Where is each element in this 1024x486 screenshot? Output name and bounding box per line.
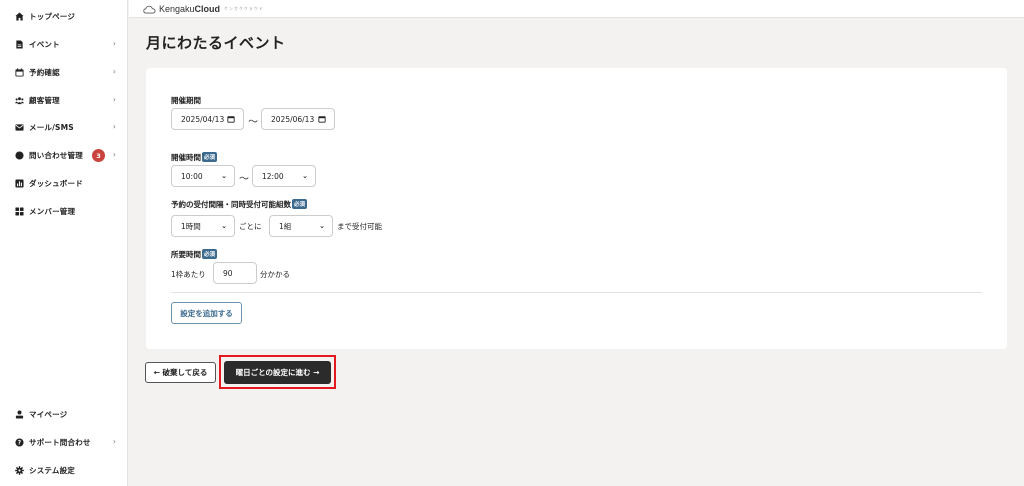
- sidebar-item-reservations[interactable]: 予約確認 ›: [14, 64, 122, 80]
- duration-label: 所要時間 必須: [171, 249, 218, 259]
- duration-input[interactable]: 90: [213, 262, 257, 284]
- end-time-select[interactable]: 12:00 ⌄: [252, 165, 316, 187]
- period-label: 開催期間: [171, 96, 201, 105]
- chevron-right-icon: ›: [112, 95, 116, 104]
- sidebar-item-event[interactable]: イベント ›: [14, 36, 122, 52]
- cloud-icon: [143, 5, 156, 13]
- chevron-down-icon: ⌄: [221, 222, 227, 230]
- per-text: ごとに: [239, 222, 262, 231]
- sidebar-item-label: サポート問合わせ: [29, 437, 91, 447]
- sidebar-item-label: マイページ: [29, 409, 68, 419]
- time-label: 開催時間 必須: [171, 152, 218, 162]
- sidebar-item-support[interactable]: ? サポート問合わせ ›: [14, 434, 122, 450]
- sidebar-item-my-page[interactable]: マイページ: [14, 406, 122, 422]
- envelope-icon: [14, 122, 24, 132]
- chevron-right-icon: ›: [112, 39, 116, 48]
- home-icon: [14, 11, 24, 21]
- chevron-right-icon: ›: [112, 150, 116, 159]
- sidebar-item-label: 顧客管理: [29, 95, 60, 105]
- per-slot-text: 1枠あたり: [171, 270, 206, 279]
- sidebar-item-label: ダッシュボード: [29, 178, 83, 188]
- end-date-input[interactable]: 2025/06/13: [261, 108, 335, 130]
- chevron-right-icon: ›: [112, 122, 116, 131]
- event-settings-card: 開催期間 2025/04/13 〜 2025/06/13 開催時間 必須 10:0…: [146, 68, 1007, 349]
- calendar-icon: [14, 67, 24, 77]
- groups-select[interactable]: 1組 ⌄: [269, 215, 333, 237]
- start-date-value: 2025/04/13: [181, 114, 225, 124]
- chat-icon: [14, 150, 24, 160]
- sidebar-item-dashboard[interactable]: ダッシュボード: [14, 175, 122, 191]
- sidebar-item-members[interactable]: メンバー管理: [14, 203, 122, 219]
- sidebar: トップページ イベント › 予約確認 › 顧客管理 › メール/SMS › 問い…: [0, 0, 128, 486]
- required-badge: 必須: [292, 199, 308, 209]
- users-icon: [14, 95, 24, 105]
- sidebar-item-label: 予約確認: [29, 67, 60, 77]
- sidebar-item-label: トップページ: [29, 11, 76, 21]
- until-text: まで受付可能: [337, 222, 382, 231]
- discard-back-button[interactable]: ← 破棄して戻る: [145, 362, 216, 383]
- sidebar-item-label: メール/SMS: [29, 122, 74, 132]
- notification-badge: 3: [92, 149, 105, 162]
- calendar-icon: [318, 116, 326, 123]
- add-setting-button[interactable]: 設定を追加する: [171, 302, 242, 324]
- chevron-down-icon: ⌄: [221, 172, 227, 180]
- sidebar-item-customers[interactable]: 顧客管理 ›: [14, 92, 122, 108]
- person-icon: [14, 409, 24, 419]
- sidebar-item-label: システム設定: [29, 465, 75, 475]
- sidebar-item-label: イベント: [29, 39, 60, 49]
- page-title: 月にわたるイベント: [146, 34, 286, 52]
- calendar-icon: [227, 116, 235, 123]
- groups-value: 1組: [279, 221, 292, 231]
- sidebar-item-system-settings[interactable]: システム設定: [14, 462, 122, 478]
- divider: [171, 292, 982, 293]
- chevron-down-icon: ⌄: [319, 222, 325, 230]
- logo-subtitle: ケンガククラウド: [224, 6, 264, 11]
- sidebar-item-label: メンバー管理: [29, 206, 76, 216]
- start-time-value: 10:00: [181, 171, 203, 181]
- required-badge: 必須: [202, 152, 218, 162]
- required-badge: 必須: [202, 249, 218, 259]
- sidebar-item-label: 問い合わせ管理: [29, 150, 83, 160]
- grid-icon: [14, 206, 24, 216]
- time-separator: 〜: [239, 174, 249, 185]
- interval-select[interactable]: 1時間 ⌄: [171, 215, 235, 237]
- end-time-value: 12:00: [262, 171, 284, 181]
- logo[interactable]: KengakuCloud ケンガククラウド: [143, 3, 264, 15]
- sidebar-item-inquiries[interactable]: 問い合わせ管理 3 ›: [14, 147, 122, 163]
- chevron-right-icon: ›: [112, 437, 116, 446]
- end-date-value: 2025/06/13: [271, 114, 315, 124]
- interval-value: 1時間: [181, 221, 201, 231]
- chevron-right-icon: ›: [112, 67, 116, 76]
- gear-icon: [14, 465, 24, 475]
- sidebar-item-mail-sms[interactable]: メール/SMS ›: [14, 119, 122, 135]
- start-date-input[interactable]: 2025/04/13: [171, 108, 244, 130]
- takes-text: 分かかる: [260, 270, 290, 279]
- duration-value: 90: [223, 268, 233, 278]
- logo-text: KengakuCloud: [159, 4, 221, 14]
- sidebar-item-top-page[interactable]: トップページ: [14, 8, 122, 24]
- next-weekday-settings-button[interactable]: 曜日ごとの設定に進む →: [224, 361, 331, 384]
- chevron-down-icon: ⌄: [302, 172, 308, 180]
- chart-icon: [14, 178, 24, 188]
- document-icon: [14, 39, 24, 49]
- interval-label: 予約の受付間隔・同時受付可能組数 必須: [171, 199, 308, 209]
- start-time-select[interactable]: 10:00 ⌄: [171, 165, 235, 187]
- period-separator: 〜: [248, 117, 258, 128]
- top-bar: KengakuCloud ケンガククラウド: [129, 0, 1024, 18]
- help-icon: ?: [14, 437, 24, 447]
